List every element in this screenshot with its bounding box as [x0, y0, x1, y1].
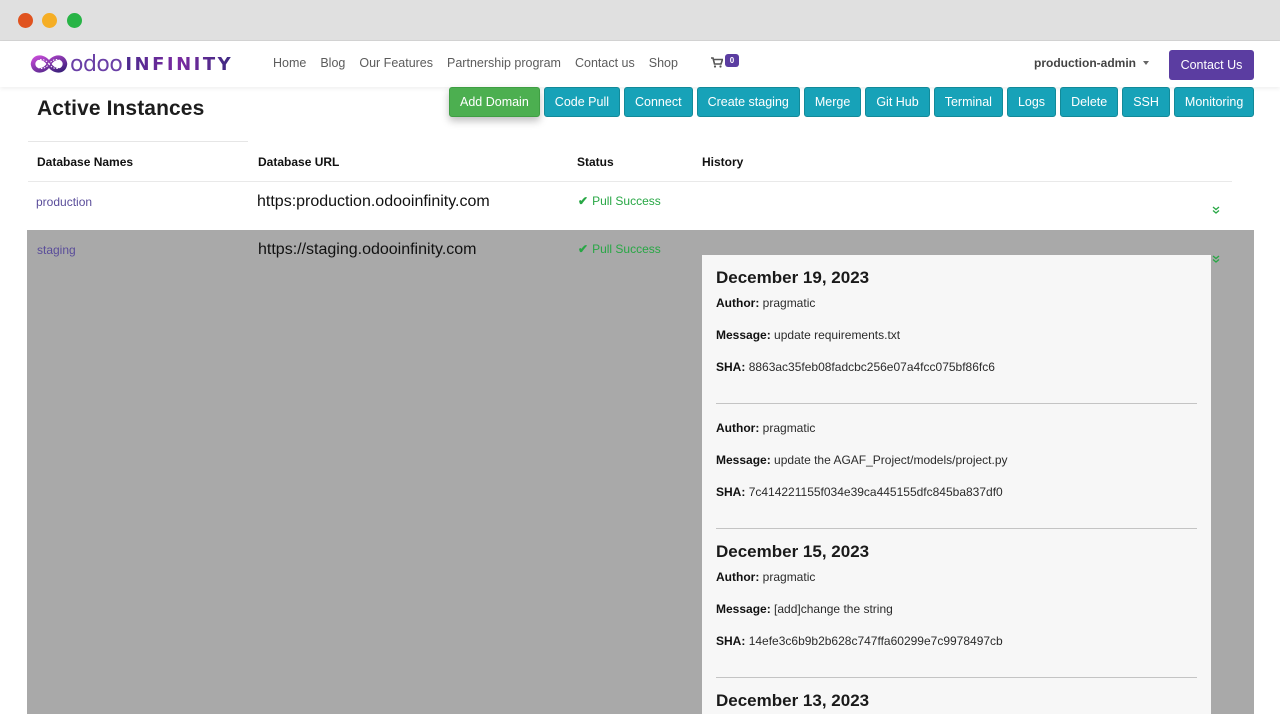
browser-title-bar [0, 0, 1280, 41]
nav-home[interactable]: Home [273, 56, 306, 70]
commit-sha: SHA: 8863ac35feb08fadcbc256e07a4fcc075bf… [716, 360, 1197, 374]
sha-value: 14efe3c6b9b2b628c747ffa60299e7c9978497cb [748, 634, 1003, 648]
nav-our-features[interactable]: Our Features [359, 56, 433, 70]
message-value: update the AGAF_Project/models/project.p… [774, 453, 1008, 467]
message-label: Message: [716, 602, 771, 616]
add-domain-button[interactable]: Add Domain [449, 87, 540, 117]
column-header-status: Status [577, 155, 614, 169]
logs-button[interactable]: Logs [1006, 87, 1057, 117]
caret-down-icon [1143, 61, 1149, 65]
delete-button[interactable]: Delete [1060, 87, 1119, 117]
commit-date: December 13, 2023 [716, 691, 870, 710]
main-nav: Home Blog Our Features Partnership progr… [273, 56, 692, 70]
column-header-database-names: Database Names [37, 155, 134, 169]
brand-name-infinity: INFINITY [125, 53, 234, 75]
create-staging-button[interactable]: Create staging [696, 87, 800, 117]
commit-divider [716, 403, 1197, 404]
user-name: production-admin [1034, 56, 1136, 70]
commit-message: Message: update the AGAF_Project/models/… [716, 453, 1197, 467]
status-badge: ✔ Pull Success [578, 242, 661, 256]
commit-sha: SHA: 14efe3c6b9b2b628c747ffa60299e7c9978… [716, 634, 1197, 648]
author-label: Author: [716, 570, 760, 584]
column-header-database-url: Database URL [258, 155, 340, 169]
commit-author: Author: pragmatic [716, 570, 1197, 584]
author-value: pragmatic [762, 296, 816, 310]
commit-date: December 15, 2023 [716, 542, 870, 561]
top-navbar: odoo INFINITY Home Blog Our Features Par… [0, 41, 1280, 87]
page-title: Active Instances [37, 97, 205, 120]
header-divider [28, 181, 1232, 182]
window-maximize-button[interactable] [67, 13, 82, 28]
message-label: Message: [716, 328, 771, 342]
database-url[interactable]: https:production.odooinfinity.com [257, 193, 490, 211]
infinity-loop-logo-icon [30, 55, 68, 73]
commit-message: Message: [add]change the string [716, 602, 1197, 616]
author-value: pragmatic [762, 570, 816, 584]
message-value: [add]change the string [774, 602, 893, 616]
brand-name-odoo: odoo [70, 51, 123, 77]
nav-blog[interactable]: Blog [320, 56, 345, 70]
sha-label: SHA: [716, 485, 746, 499]
commit-message: Message: update requirements.txt [716, 328, 1197, 342]
commit-divider [716, 528, 1197, 529]
window-minimize-button[interactable] [42, 13, 57, 28]
commit-author: Author: pragmatic [716, 421, 1197, 435]
nav-contact-us[interactable]: Contact us [575, 56, 635, 70]
cart-count-badge: 0 [725, 54, 739, 67]
nav-shop[interactable]: Shop [649, 56, 678, 70]
author-value: pragmatic [762, 421, 816, 435]
commit-entry: December 19, 2023 Author: pragmatic Mess… [702, 268, 1211, 374]
merge-button[interactable]: Merge [803, 87, 862, 117]
github-button[interactable]: Git Hub [865, 87, 930, 117]
database-url[interactable]: https://staging.odooinfinity.com [258, 241, 477, 259]
ssh-button[interactable]: SSH [1122, 87, 1170, 117]
commit-entry: Author: pragmatic Message: update the AG… [702, 421, 1211, 499]
commit-author: Author: pragmatic [716, 296, 1197, 310]
instance-toolbar: Add Domain Code Pull Connect Create stag… [449, 87, 1255, 117]
status-text: Pull Success [592, 194, 661, 208]
sha-label: SHA: [716, 360, 746, 374]
message-label: Message: [716, 453, 771, 467]
commit-divider [716, 677, 1197, 678]
message-value: update requirements.txt [774, 328, 901, 342]
monitoring-button[interactable]: Monitoring [1173, 87, 1255, 117]
brand-logo[interactable]: odoo INFINITY [30, 50, 233, 78]
commit-entry: December 15, 2023 Author: pragmatic Mess… [702, 542, 1211, 648]
author-label: Author: [716, 421, 760, 435]
sha-value: 8863ac35feb08fadcbc256e07a4fcc075bf86fc6 [748, 360, 995, 374]
nav-partnership-program[interactable]: Partnership program [447, 56, 561, 70]
window-close-button[interactable] [18, 13, 33, 28]
connect-button[interactable]: Connect [624, 87, 693, 117]
check-icon: ✔ [578, 242, 589, 256]
database-name-link[interactable]: production [36, 195, 92, 209]
double-chevron-down-icon[interactable] [1212, 206, 1220, 216]
contact-us-button[interactable]: Contact Us [1169, 50, 1254, 80]
status-badge: ✔ Pull Success [578, 194, 661, 208]
column-header-history: History [702, 155, 744, 169]
sha-label: SHA: [716, 634, 746, 648]
commit-entry: December 13, 2023 [702, 691, 1211, 711]
sha-value: 7c414221155f034e39ca445155dfc845ba837df0 [748, 485, 1003, 499]
cart-button[interactable]: 0 [711, 54, 741, 74]
commit-sha: SHA: 7c414221155f034e39ca445155dfc845ba8… [716, 485, 1197, 499]
code-pull-button[interactable]: Code Pull [543, 87, 620, 117]
double-chevron-down-icon[interactable] [1212, 255, 1220, 265]
terminal-button[interactable]: Terminal [933, 87, 1003, 117]
commit-date: December 19, 2023 [716, 268, 870, 287]
check-icon: ✔ [578, 194, 589, 208]
commit-history-panel[interactable]: December 19, 2023 Author: pragmatic Mess… [702, 255, 1211, 714]
author-label: Author: [716, 296, 760, 310]
title-divider [28, 141, 248, 142]
shopping-cart-icon [711, 57, 723, 68]
database-name-link[interactable]: staging [37, 243, 76, 257]
status-text: Pull Success [592, 242, 661, 256]
user-dropdown[interactable]: production-admin [1034, 56, 1149, 70]
